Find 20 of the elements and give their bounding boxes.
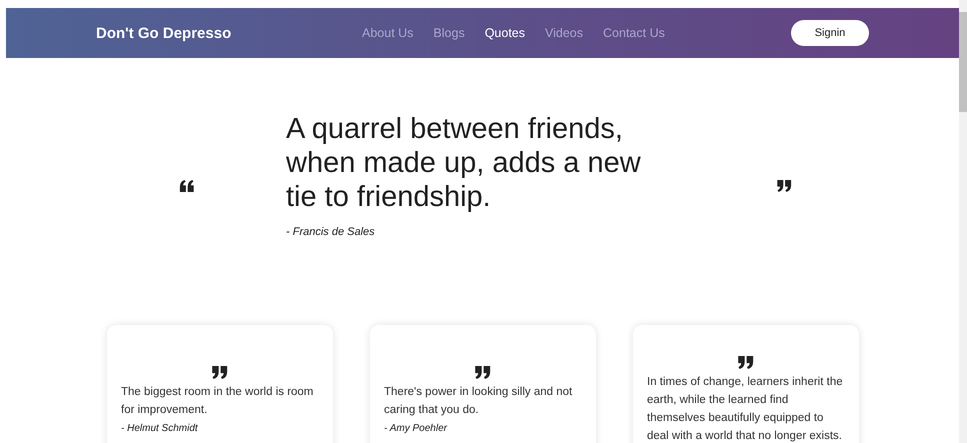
nav-link[interactable]: Videos xyxy=(545,26,584,40)
close-quote-icon xyxy=(475,366,491,378)
close-quote-icon xyxy=(738,356,754,368)
nav-link[interactable]: About Us xyxy=(362,26,414,40)
quote-author: - Helmut Schmidt xyxy=(121,422,199,434)
nav-link[interactable]: Blogs xyxy=(433,26,465,40)
hero-quote: A quarrel between friends, when made up, adds a new tie to friendship. xyxy=(286,112,642,214)
quote-author: - Francis de Sales xyxy=(286,226,376,238)
scrollbar[interactable] xyxy=(959,0,967,443)
close-quote-icon xyxy=(777,180,792,192)
quote-text: The biggest room in the world is room for improvement. xyxy=(121,384,314,418)
quote-text: There's power in looking silly and not caring that you do. xyxy=(384,384,574,418)
quote-author: - Amy Poehler xyxy=(384,422,448,434)
nav-link[interactable]: Contact Us xyxy=(603,26,665,40)
quote-text: In times of change, learners inherit the earth, while the learned find themselves beautifully equipped to deal with a world that no longer exists. xyxy=(647,374,844,443)
nav-link[interactable]: Quotes xyxy=(484,26,526,40)
close-quote-icon xyxy=(212,366,228,378)
signin-button[interactable]: Signin xyxy=(791,20,869,46)
open-quote-icon xyxy=(179,180,194,192)
brand-logo[interactable]: Don't Go Depresso xyxy=(96,24,362,42)
